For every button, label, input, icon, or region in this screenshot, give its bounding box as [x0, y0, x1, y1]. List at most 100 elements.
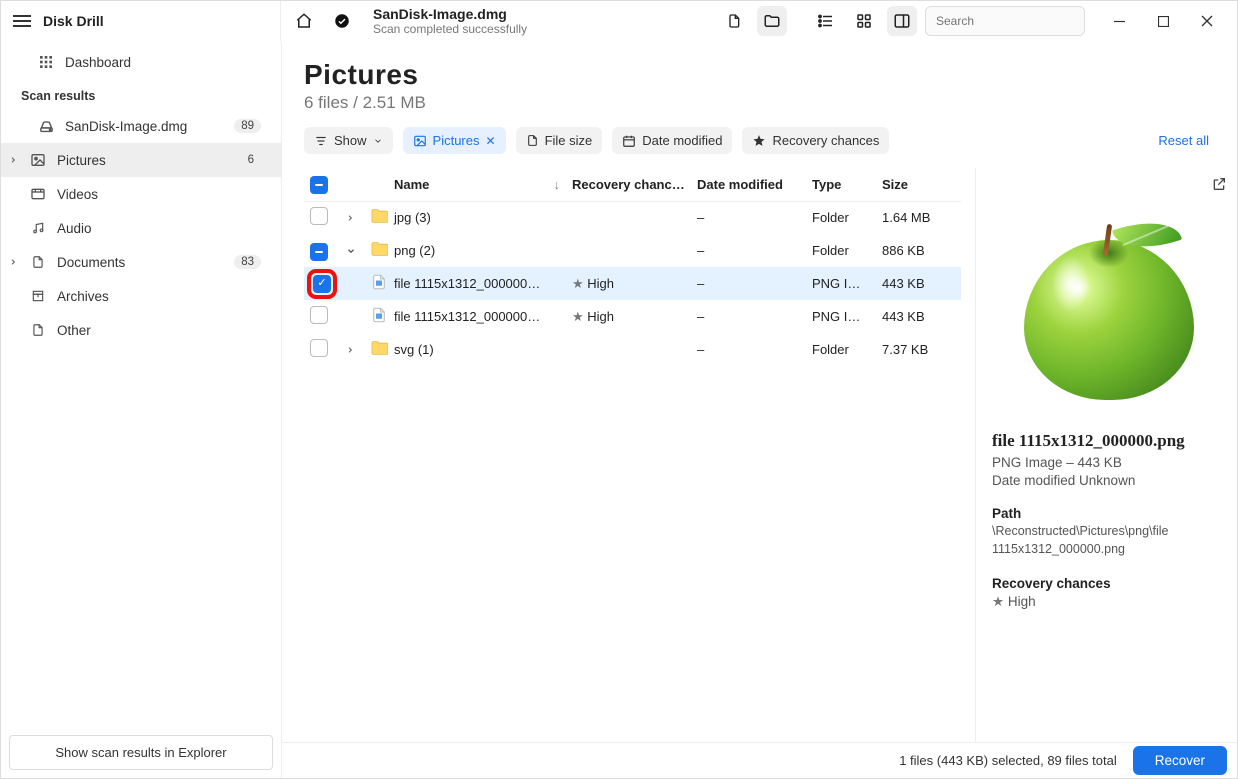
pictures-icon	[29, 151, 47, 169]
col-date[interactable]: Date modified	[691, 168, 806, 201]
sidebar-item-count: 83	[234, 255, 261, 269]
row-date: –	[691, 234, 806, 267]
status-ok-icon	[327, 6, 357, 36]
search-input[interactable]	[925, 6, 1085, 36]
scan-status: Scan completed successfully	[373, 22, 527, 36]
file-row[interactable]: file 1115x1312_000000…★ High–PNG Im…443 …	[304, 267, 961, 300]
sidebar-item-label: Pictures	[57, 153, 106, 168]
row-type: PNG Im…	[806, 267, 876, 300]
page-title: Pictures	[304, 59, 1215, 91]
star-icon	[752, 134, 766, 148]
drive-icon	[37, 117, 55, 135]
device-count: 89	[234, 119, 261, 133]
menu-icon[interactable]	[13, 15, 31, 27]
page-subtitle: 6 files / 2.51 MB	[304, 93, 1215, 113]
row-checkbox[interactable]	[310, 339, 328, 357]
open-external-icon[interactable]	[1211, 176, 1227, 192]
show-dropdown[interactable]: Show	[304, 127, 393, 154]
expand-icon[interactable]	[346, 345, 358, 355]
row-type: Folder	[806, 333, 876, 366]
sidebar-device[interactable]: SanDisk-Image.dmg 89	[1, 109, 281, 143]
tree-view-icon[interactable]	[719, 6, 749, 36]
expand-icon[interactable]	[346, 246, 358, 256]
preview-image	[1004, 210, 1214, 420]
sidebar-item-label: Audio	[57, 221, 92, 236]
row-checkbox[interactable]	[310, 243, 328, 261]
image-icon	[413, 134, 427, 148]
filter-pictures-chip[interactable]: Pictures ✕	[403, 127, 506, 154]
sidebar-section-label: Scan results	[1, 79, 281, 109]
folder-icon	[370, 241, 388, 257]
col-name: Name ↓	[388, 168, 566, 201]
sidebar-dashboard[interactable]: Dashboard	[1, 45, 281, 79]
window-close-icon[interactable]	[1185, 6, 1229, 36]
folder-icon	[370, 340, 388, 356]
folder-view-icon[interactable]	[757, 6, 787, 36]
row-checkbox[interactable]	[310, 207, 328, 225]
home-icon[interactable]	[289, 6, 319, 36]
row-recovery: ★ High	[566, 300, 691, 333]
row-type: Folder	[806, 201, 876, 234]
window-maximize-icon[interactable]	[1141, 6, 1185, 36]
sliders-icon	[314, 134, 328, 148]
row-recovery	[566, 333, 691, 366]
sidebar-item-label: Videos	[57, 187, 98, 202]
filter-chances-chip[interactable]: Recovery chances	[742, 127, 889, 154]
archives-icon	[29, 287, 47, 305]
sidebar-item-documents[interactable]: Documents 83	[1, 245, 281, 279]
sidebar-item-label: Archives	[57, 289, 109, 304]
row-type: PNG Im…	[806, 300, 876, 333]
dashboard-icon	[37, 53, 55, 71]
filter-filesize-chip[interactable]: File size	[516, 127, 603, 154]
folder-row[interactable]: jpg (3)–Folder1.64 MB	[304, 201, 961, 234]
col-recovery[interactable]: Recovery chances	[566, 168, 691, 201]
row-date: –	[691, 267, 806, 300]
folder-row[interactable]: svg (1)–Folder7.37 KB	[304, 333, 961, 366]
folder-icon	[370, 208, 388, 224]
row-date: –	[691, 333, 806, 366]
sidebar-item-archives[interactable]: Archives	[1, 279, 281, 313]
expand-icon[interactable]	[346, 213, 358, 223]
scan-name: SanDisk-Image.dmg	[373, 6, 527, 22]
grid-view-icon[interactable]	[849, 6, 879, 36]
close-icon[interactable]: ✕	[486, 134, 496, 148]
preview-date: Date modified Unknown	[992, 473, 1225, 488]
reset-all-link[interactable]: Reset all	[1158, 133, 1215, 148]
file-row[interactable]: file 1115x1312_000000…★ High–PNG Im…443 …	[304, 300, 961, 333]
row-name: jpg (3)	[388, 201, 566, 234]
window-minimize-icon[interactable]	[1097, 6, 1141, 36]
chevron-down-icon	[373, 136, 383, 146]
col-type[interactable]: Type	[806, 168, 876, 201]
preview-path: \Reconstructed\Pictures\png\file 1115x13…	[992, 523, 1225, 558]
list-view-icon[interactable]	[811, 6, 841, 36]
filter-date-chip[interactable]: Date modified	[612, 127, 732, 154]
row-checkbox[interactable]	[313, 275, 331, 293]
show-in-explorer-button[interactable]: Show scan results in Explorer	[9, 735, 273, 770]
recover-button[interactable]: Recover	[1133, 746, 1227, 775]
sidebar-item-videos[interactable]: Videos	[1, 177, 281, 211]
audio-icon	[29, 219, 47, 237]
row-size: 443 KB	[876, 300, 961, 333]
row-recovery: ★ High	[566, 267, 691, 300]
folder-row[interactable]: png (2)–Folder886 KB	[304, 234, 961, 267]
preview-pane: file 1115x1312_000000.png PNG Image – 44…	[975, 168, 1237, 742]
sidebar-item-pictures[interactable]: Pictures6	[1, 143, 281, 177]
col-size[interactable]: Size	[876, 168, 961, 201]
file-thumb-icon	[370, 305, 388, 325]
select-all-checkbox[interactable]	[310, 176, 328, 194]
sidebar-item-other[interactable]: Other	[1, 313, 281, 347]
row-name: file 1115x1312_000000…	[388, 267, 566, 300]
preview-pane-icon[interactable]	[887, 6, 917, 36]
row-checkbox[interactable]	[310, 306, 328, 324]
app-title: Disk Drill	[43, 13, 104, 29]
preview-meta: PNG Image – 443 KB	[992, 455, 1225, 470]
row-date: –	[691, 300, 806, 333]
row-name: svg (1)	[388, 333, 566, 366]
sidebar-item-label: Documents	[57, 255, 125, 270]
row-size: 443 KB	[876, 267, 961, 300]
chevron-right-icon	[9, 257, 19, 267]
dashboard-label: Dashboard	[65, 55, 131, 70]
sidebar-item-audio[interactable]: Audio	[1, 211, 281, 245]
preview-path-label: Path	[992, 506, 1225, 521]
other-icon	[29, 321, 47, 339]
